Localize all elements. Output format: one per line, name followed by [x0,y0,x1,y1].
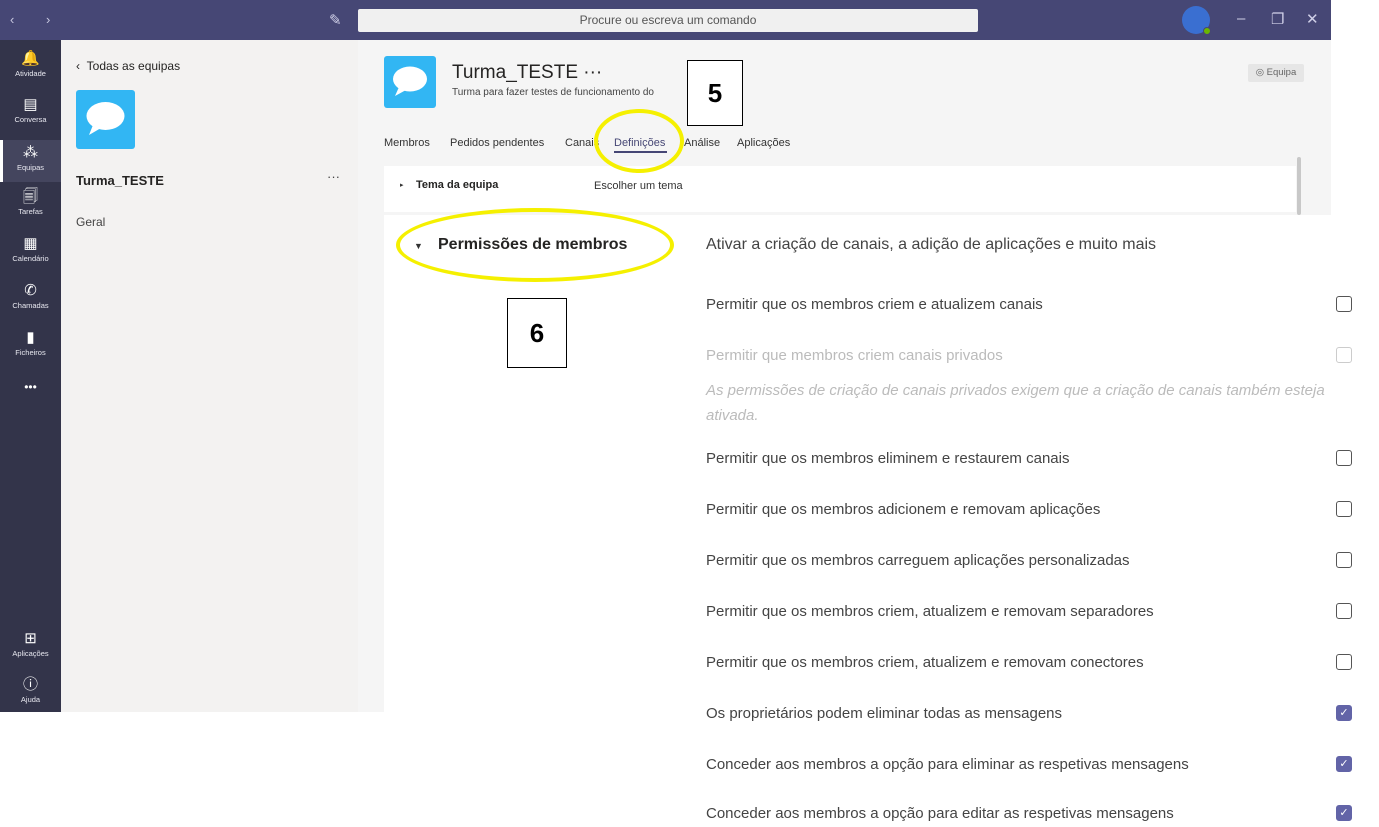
nav-arrows[interactable]: ‹ › [10,12,64,27]
option-label: Conceder aos membros a opção para elimin… [706,756,1189,773]
app-rail: 🔔 Atividade ▤ Conversa ⁂ Equipas 🗐 Taref… [0,40,61,712]
team-description: Turma para fazer testes de funcionamento… [452,87,654,98]
checkbox-add-apps[interactable] [1336,501,1352,517]
close-button[interactable]: ✕ [1306,10,1319,28]
option-label: Conceder aos membros a opção para editar… [706,805,1174,822]
tab-membros[interactable]: Membros [384,137,430,149]
checkbox-private-channels[interactable] [1336,347,1352,363]
tab-aplicacoes[interactable]: Aplicações [737,137,790,149]
rail-item-conversa[interactable]: ▤ Conversa [0,96,61,136]
team-logo [76,90,135,149]
rail-item-ficheiros[interactable]: ▮ Ficheiros [0,329,61,369]
theme-label: Tema da equipa [416,179,499,191]
checkbox-members-edit-messages[interactable]: ✓ [1336,805,1352,821]
minimize-button[interactable]: – [1237,10,1245,27]
step-6-label: 6 [507,298,567,368]
teams-icon: ⁂ [23,144,38,161]
chevron-right-icon: ▸ [400,182,404,189]
presence-dot [1203,27,1211,35]
tab-pedidos-pendentes[interactable]: Pedidos pendentes [450,137,544,149]
rail-label: Calendário [12,254,49,263]
speech-bubble-icon [86,102,125,135]
rail-item-tarefas[interactable]: 🗐 Tarefas [0,188,61,228]
file-icon: ▮ [26,329,35,346]
rail-label: Chamadas [12,301,49,310]
checkmark-icon: ✓ [1339,758,1349,770]
theme-value: Escolher um tema [594,180,683,192]
checkbox-owners-delete-messages[interactable]: ✓ [1336,705,1352,721]
back-to-teams-link[interactable]: ‹ Todas as equipas [76,59,180,73]
search-input[interactable]: Procure ou escreva um comando [358,9,978,32]
calendar-icon: ▦ [23,235,38,252]
tab-analise[interactable]: Análise [684,137,720,149]
compose-icon[interactable]: ✎ [329,11,347,29]
checkbox-create-channels[interactable] [1336,296,1352,312]
checkbox-connectors[interactable] [1336,654,1352,670]
checkmark-icon: ✓ [1339,807,1349,819]
rail-item-aplicacoes[interactable]: ⊞ Aplicações [0,630,61,666]
checkbox-members-delete-messages[interactable]: ✓ [1336,756,1352,772]
checkmark-icon: ✓ [1339,707,1349,719]
highlight-ellipse-definicoes [594,109,684,173]
page-title: Turma_TESTE ··· [452,62,603,83]
step-5-label: 5 [687,60,743,126]
option-label: Permitir que os membros criem, atualizem… [706,654,1144,671]
more-apps-icon[interactable]: ••• [0,380,61,394]
option-label: Permitir que os membros carreguem aplica… [706,552,1130,569]
option-label: Permitir que os membros adicionem e remo… [706,501,1101,518]
help-icon: ⓘ [22,676,38,693]
apps-icon: ⊞ [24,630,37,647]
maximize-button[interactable]: ❐ [1271,10,1284,28]
chat-icon: ▤ [23,96,38,113]
team-name[interactable]: Turma_TESTE [76,173,164,188]
option-label: Permitir que os membros eliminem e resta… [706,450,1070,467]
option-label: Permitir que os membros criem e atualize… [706,296,1043,313]
rail-label: Aplicações [12,649,49,658]
main-left-gutter [358,215,384,712]
option-label: Permitir que os membros criem, atualizem… [706,603,1154,620]
checkbox-upload-apps[interactable] [1336,552,1352,568]
private-channels-note: As permissões de criação de canais priva… [706,382,1325,424]
search-placeholder: Procure ou escreva um comando [579,13,757,27]
rail-item-atividade[interactable]: 🔔 Atividade [0,50,61,90]
phone-icon: ✆ [24,282,37,299]
option-label: Os proprietários podem eliminar todas as… [706,705,1063,722]
bell-icon: 🔔 [21,50,40,67]
rail-label: Conversa [14,115,47,124]
chevron-left-icon: ‹ [76,59,87,73]
checkbox-delete-channels[interactable] [1336,450,1352,466]
rail-label: Ajuda [20,695,41,704]
rail-label: Atividade [15,69,46,78]
speech-bubble-icon [393,66,427,96]
rail-item-chamadas[interactable]: ✆ Chamadas [0,282,61,322]
rail-item-calendario[interactable]: ▦ Calendário [0,235,61,275]
scrollbar[interactable] [1297,157,1301,215]
team-more-icon[interactable]: ··· [327,169,340,184]
header-team-logo [384,56,436,108]
highlight-ellipse-permissions [396,208,674,282]
team-theme-row[interactable] [384,166,1296,212]
team-visibility-button[interactable]: ◎ Equipa [1248,64,1304,82]
option-label: Permitir que membros criem canais privad… [706,347,1003,364]
rail-label: Tarefas [18,207,43,216]
rail-item-ajuda[interactable]: ⓘ Ajuda [0,676,61,712]
member-permissions-description: Ativar a criação de canais, a adição de … [706,236,1157,253]
back-label: Todas as equipas [86,59,181,73]
rail-label: Equipas [16,163,45,172]
checkbox-tabs[interactable] [1336,603,1352,619]
tasks-icon: 🗐 [23,188,38,205]
rail-label: Ficheiros [15,348,46,357]
rail-item-equipas[interactable]: ⁂ Equipas [0,140,61,182]
channel-geral[interactable]: Geral [76,215,105,229]
